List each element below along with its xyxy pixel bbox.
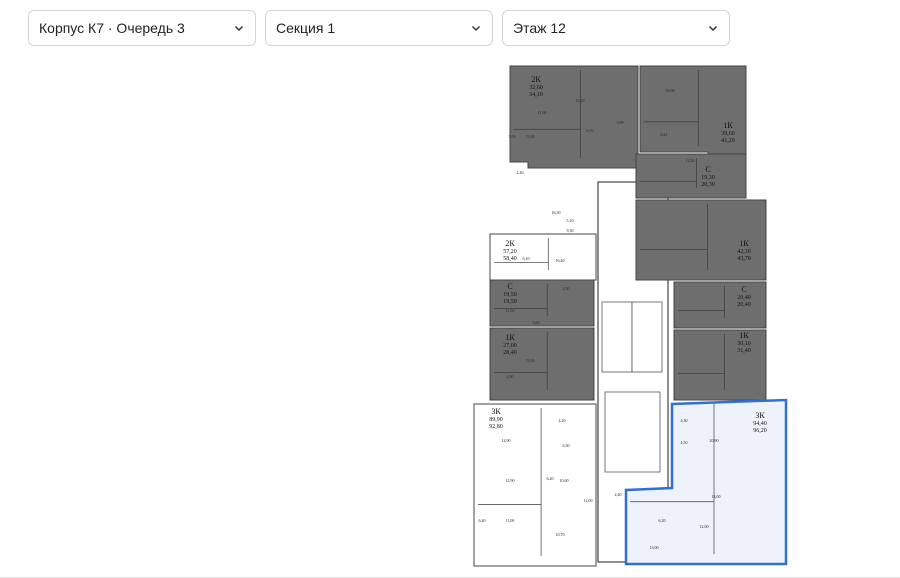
room-area-label: 16,30 (552, 210, 561, 216)
room-area-label: 9,30 (567, 228, 574, 234)
apartment-type: 3К (755, 411, 765, 420)
apartment-area-total: 58,40 (503, 256, 517, 262)
apartment-a7[interactable]: С20,4020,40 (673, 281, 767, 329)
apartment-area-total: 19,50 (503, 299, 517, 305)
floor-plan: 2К 32,60 34,10 1К 39,60 41,20 С 19,30 20,30 2К 57,… (470, 62, 790, 570)
apartment-type: 2К (505, 239, 515, 248)
apartment-area-living: 19,50 (503, 292, 517, 298)
chevron-down-icon (234, 25, 244, 32)
apartment-area-total: 41,20 (721, 138, 735, 144)
chevron-down-icon (471, 25, 481, 32)
apartment-type: С (507, 282, 512, 291)
apartment-type: 1К (505, 333, 515, 342)
apartment-area-living: 20,40 (737, 295, 751, 301)
section-select-value: Секция 1 (276, 20, 336, 36)
chevron-down-icon (708, 25, 718, 32)
apartment-area-living: 42,30 (737, 249, 751, 255)
building-select-value: Корпус К7 · Очередь 3 (39, 20, 185, 36)
apartment-a9[interactable]: 1К30,1031,40 (673, 329, 767, 401)
apartment-area-total: 43,70 (737, 256, 751, 262)
apartment-area-total: 92,80 (489, 424, 503, 430)
staircase (604, 391, 661, 473)
floor-select-value: Этаж 12 (513, 20, 566, 36)
apartment-area-living: 30,10 (737, 341, 751, 347)
apartment-area-living: 27,00 (503, 343, 517, 349)
apartment-type: С (705, 165, 710, 174)
floor-select[interactable]: Этаж 12 (502, 10, 730, 46)
apartment-area-living: 32,60 (529, 85, 543, 91)
apartment-type: С (741, 285, 746, 294)
apartment-area-total: 34,10 (529, 92, 543, 98)
apartment-a6[interactable]: С19,5019,50 (489, 279, 595, 327)
apartment-type: 3К (491, 407, 501, 416)
apartment-a4[interactable]: 2К57,2058,40 (489, 233, 597, 281)
apartment-area-living: 89,90 (489, 417, 503, 423)
room-area-label: 2,40 (517, 170, 524, 176)
apartment-a2[interactable]: 1К39,6041,20 (639, 65, 747, 157)
apartment-area-total: 31,40 (737, 348, 751, 354)
apartment-area-total: 20,30 (701, 182, 715, 188)
apartment-type: 2К (531, 75, 541, 84)
floor-plan-svg: 2К32,6034,101К39,6041,20С19,3020,302К57,… (473, 65, 788, 567)
apartment-area-living: 57,20 (503, 249, 517, 255)
elevator-shaft (631, 301, 663, 373)
section-select[interactable]: Секция 1 (265, 10, 493, 46)
apartment-area-living: 39,60 (721, 131, 735, 137)
elevator-shaft (601, 301, 633, 373)
building-select[interactable]: Корпус К7 · Очередь 3 (28, 10, 256, 46)
apartment-a10[interactable]: 3К89,9092,80 (473, 403, 597, 567)
apartment-outline[interactable] (509, 65, 639, 169)
apartment-area-total: 20,40 (737, 302, 751, 308)
apartment-area-living: 19,30 (701, 175, 715, 181)
apartment-area-living: 94,40 (753, 421, 767, 427)
apartment-outline[interactable] (673, 281, 767, 329)
apartment-area-total: 28,40 (503, 350, 517, 356)
apartment-outline[interactable] (673, 329, 767, 401)
room-area-label: 5,10 (567, 218, 574, 224)
apartment-type: 1К (739, 331, 749, 340)
apartment-area-total: 96,20 (753, 428, 767, 434)
apartment-a1[interactable]: 2К32,6034,10 (509, 65, 639, 169)
apartment-a8[interactable]: 1К27,0028,40 (489, 327, 595, 401)
apartment-type: 1К (723, 121, 733, 130)
apartment-a5[interactable]: 1К42,3043,70 (635, 199, 767, 281)
apartment-type: 1К (739, 239, 749, 248)
